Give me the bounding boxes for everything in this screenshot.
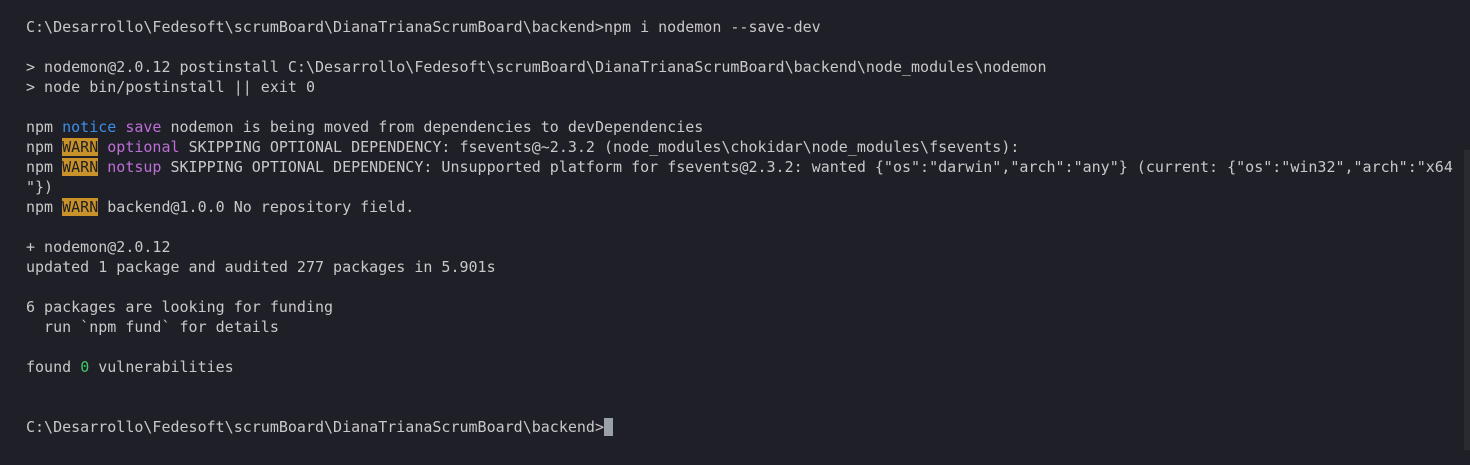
warn-notsup-message: SKIPPING OPTIONAL DEPENDENCY: Unsupporte…: [170, 158, 1453, 176]
npm-prefix: npm: [26, 198, 54, 216]
found-suffix: vulnerabilities: [98, 358, 234, 376]
funding-hint-line: run `npm fund` for details: [26, 318, 279, 336]
notice-message: nodemon is being moved from dependencies…: [170, 118, 704, 136]
warn-notsup-continuation: "}): [26, 178, 54, 196]
prompt-path: C:\Desarrollo\Fedesoft\scrumBoard\DianaT…: [26, 418, 604, 436]
command-wrapper: npm i nodemon --save-dev: [604, 17, 821, 37]
updated-summary-line: updated 1 package and audited 277 packag…: [26, 258, 496, 276]
found-prefix: found: [26, 358, 72, 376]
warn-badge: WARN: [62, 138, 99, 156]
vulnerabilities-line: found 0 vulnerabilities: [26, 357, 1456, 377]
text-cursor[interactable]: [603, 418, 613, 436]
node-bin-line: > node bin/postinstall || exit 0: [26, 78, 315, 96]
npm-prefix: npm: [26, 158, 54, 176]
warn-notsup-line: npm WARN notsup SKIPPING OPTIONAL DEPEND…: [26, 157, 1456, 177]
warn-badge: WARN: [62, 158, 99, 176]
notice-tag: notice: [62, 118, 117, 136]
command-text: npm i nodemon --save-dev: [603, 18, 821, 36]
terminal-window[interactable]: C:\Desarrollo\Fedesoft\scrumBoard\DianaT…: [0, 0, 1470, 465]
terminal-output: C:\Desarrollo\Fedesoft\scrumBoard\DianaT…: [26, 17, 1456, 437]
warn-kind-notsup: notsup: [107, 158, 162, 176]
warn-kind-optional: optional: [107, 138, 180, 156]
postinstall-line: > nodemon@2.0.12 postinstall C:\Desarrol…: [26, 58, 1047, 76]
npm-prefix: npm: [26, 118, 54, 136]
notice-line: npm notice save nodemon is being moved f…: [26, 117, 1456, 137]
prompt-path: C:\Desarrollo\Fedesoft\scrumBoard\DianaT…: [26, 18, 604, 36]
notice-kind: save: [125, 118, 162, 136]
vertical-scrollbar[interactable]: [1464, 150, 1470, 450]
warn-repo-message: backend@1.0.0 No repository field.: [107, 198, 415, 216]
funding-line: 6 packages are looking for funding: [26, 298, 334, 316]
added-package-line: + nodemon@2.0.12: [26, 238, 171, 256]
warn-badge: WARN: [62, 198, 99, 216]
warn-optional-message: SKIPPING OPTIONAL DEPENDENCY: fsevents@~…: [188, 138, 1020, 156]
command-line: C:\Desarrollo\Fedesoft\scrumBoard\DianaT…: [26, 17, 1456, 37]
warn-optional-line: npm WARN optional SKIPPING OPTIONAL DEPE…: [26, 137, 1456, 157]
npm-prefix: npm: [26, 138, 54, 156]
vulnerability-count: 0: [80, 358, 90, 376]
warn-repo-line: npm WARN backend@1.0.0 No repository fie…: [26, 197, 1456, 217]
current-prompt-line[interactable]: C:\Desarrollo\Fedesoft\scrumBoard\DianaT…: [26, 417, 1456, 437]
